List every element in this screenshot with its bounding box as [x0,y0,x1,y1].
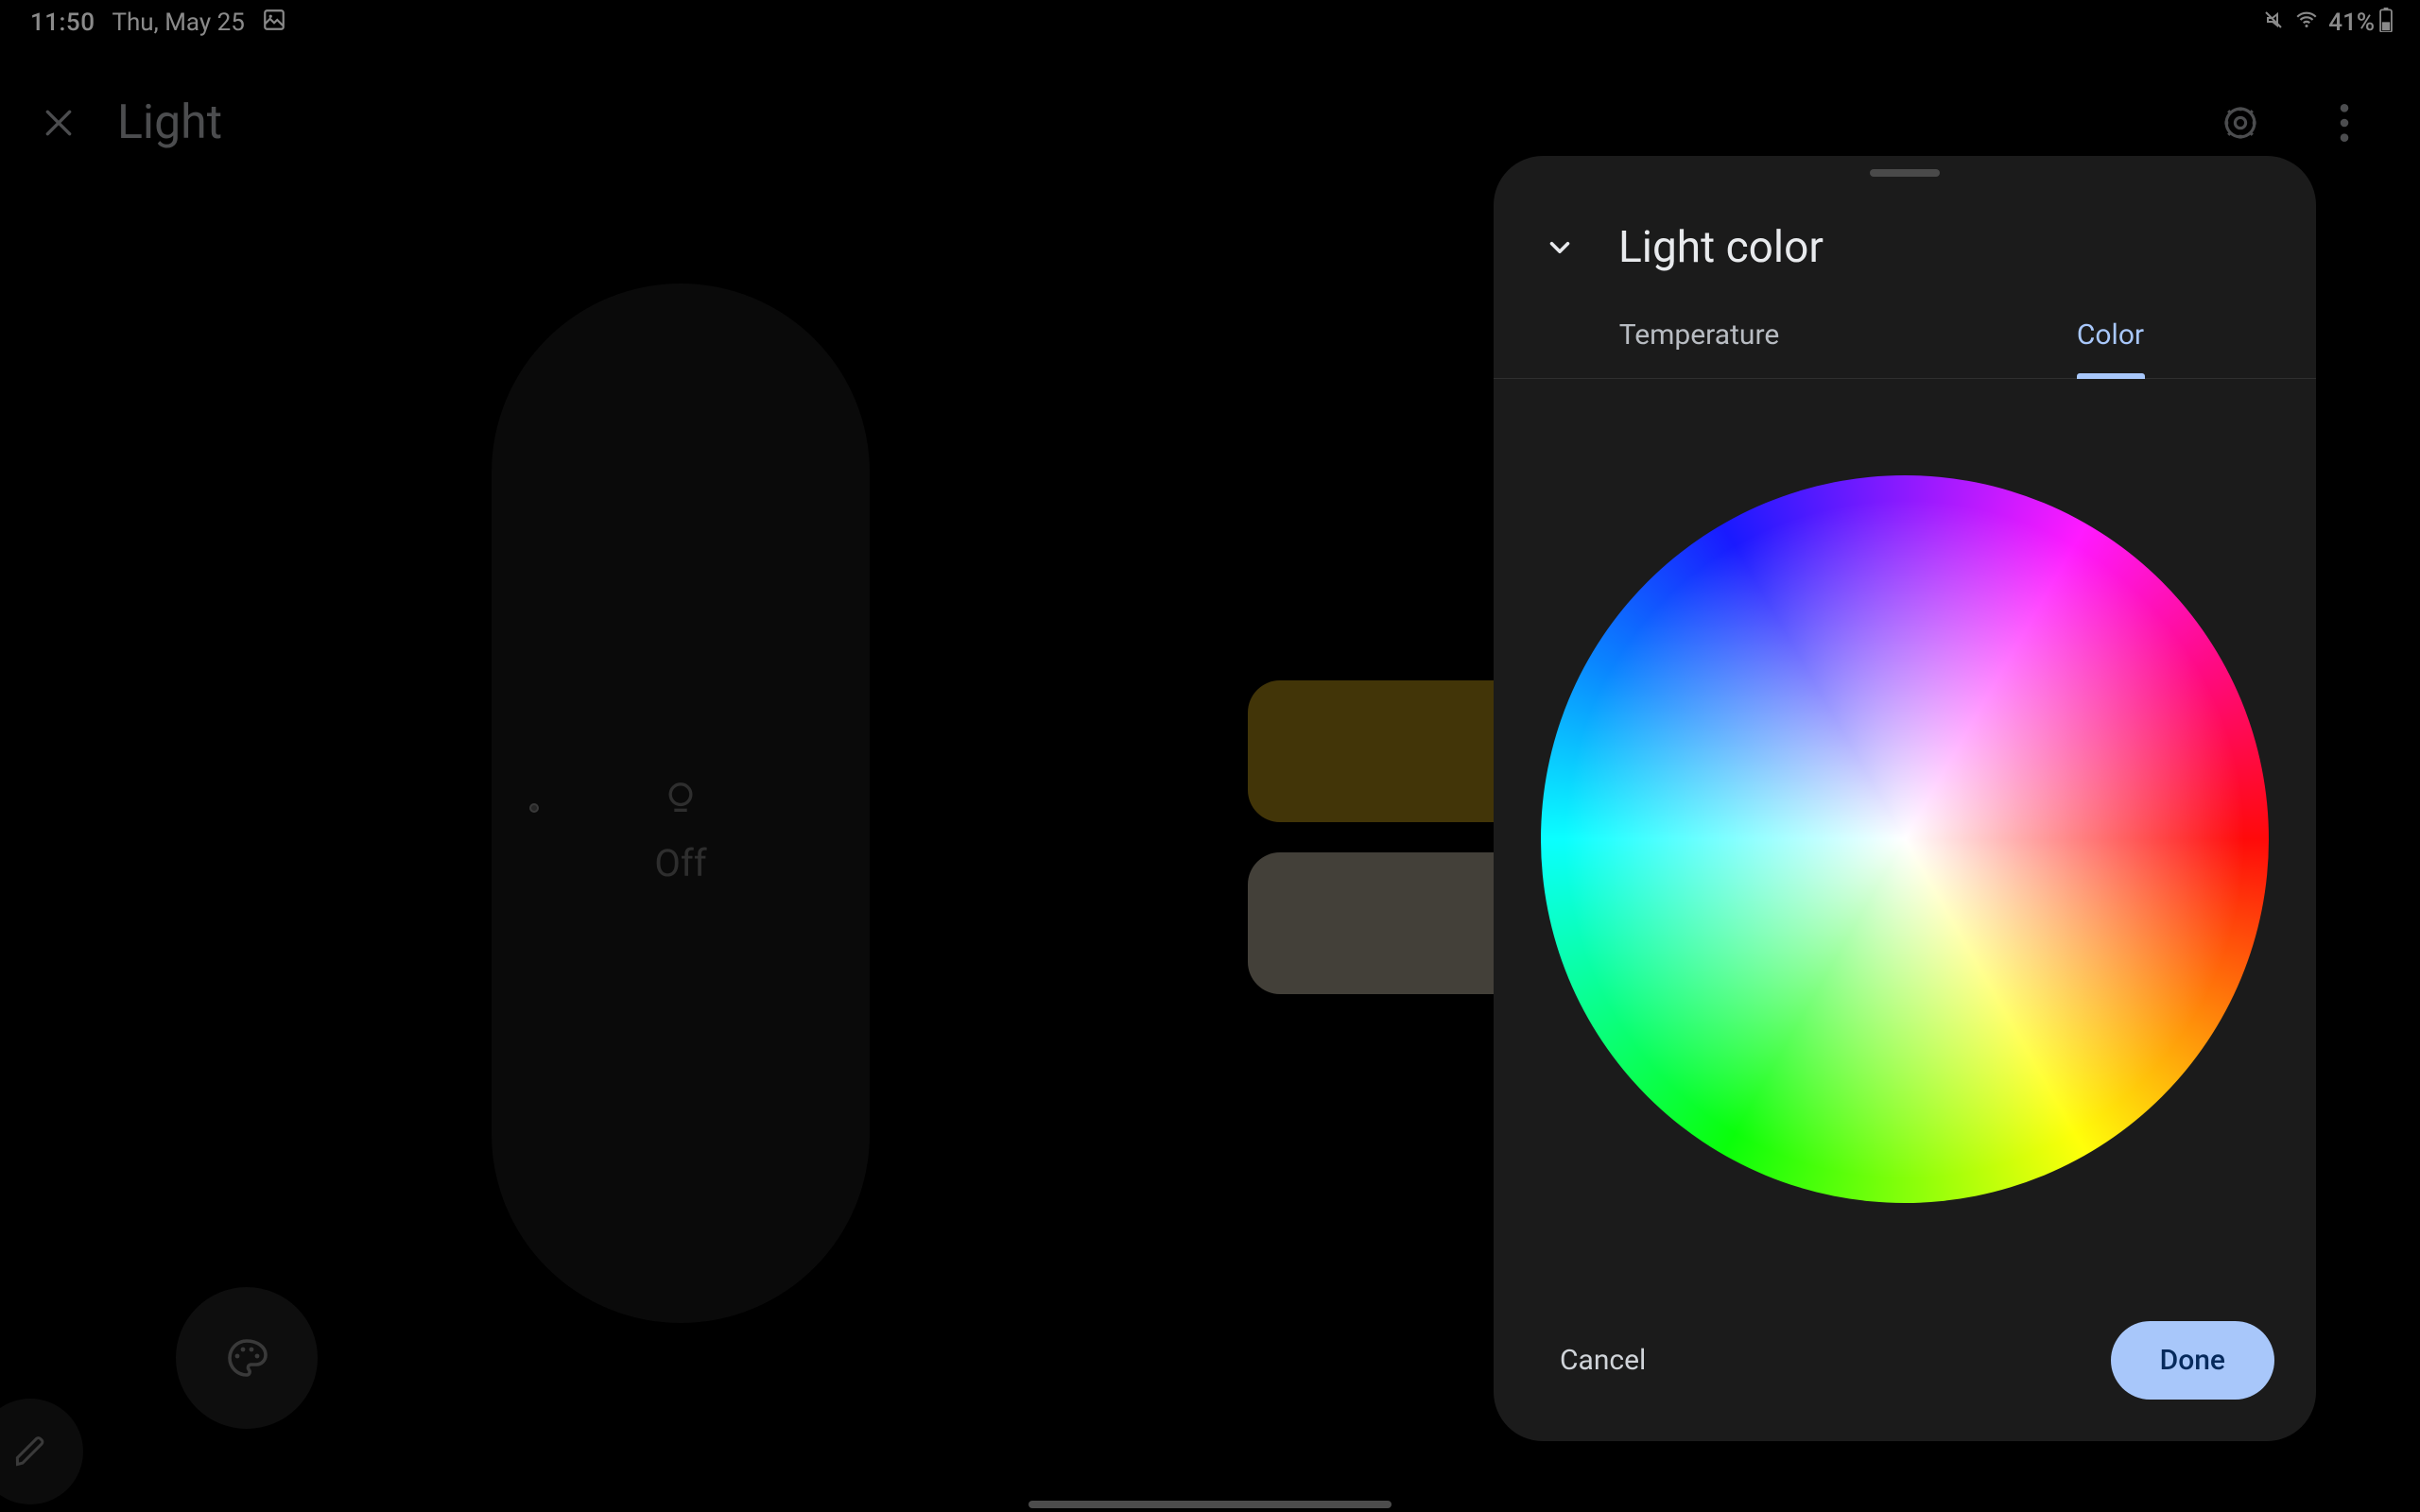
collapse-button[interactable] [1539,227,1581,268]
modal-title: Light color [1618,222,1824,273]
done-button[interactable]: Done [2111,1321,2274,1400]
drag-handle[interactable] [1870,169,1940,177]
nav-handle[interactable] [1028,1501,1392,1508]
light-color-modal: Light color Temperature Color Cancel Don… [1494,156,2316,1441]
tab-temperature[interactable]: Temperature [1494,296,1905,378]
tab-color[interactable]: Color [1905,296,2316,378]
tab-bar: Temperature Color [1494,296,2316,379]
color-wheel[interactable] [1541,475,2269,1203]
cancel-button[interactable]: Cancel [1550,1327,1655,1394]
